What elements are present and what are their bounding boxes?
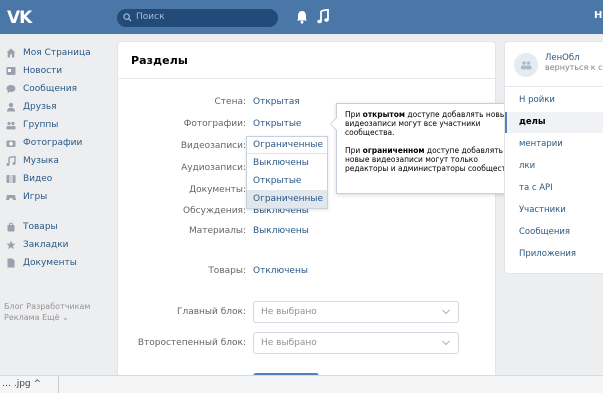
photos-label: Фотографии: [183,119,246,129]
news-icon [6,67,16,75]
community-name[interactable]: ЛенОбл [545,53,580,63]
menu-label: Фотографии [23,138,83,148]
wall-label: Стена: [214,97,247,107]
nav-item-links[interactable]: лки [505,156,603,177]
menu-item-photos[interactable]: Фотографии [4,134,114,152]
menu-label: Моя Страница [23,48,91,58]
tooltip-paragraph-limited: При ограниченном доступе добавлять новые… [345,146,518,173]
secondary-block-value: Не выбрано [261,338,317,348]
top-header: VK Поиск Н [0,0,603,34]
download-bar: … .jpg ^ [0,375,603,393]
music-icon [6,156,16,166]
audio-label: Аудиозаписи: [181,163,246,173]
materials-label: Материалы: [188,226,246,236]
photos-value[interactable]: Открытые [253,119,301,129]
community-avatar[interactable] [514,53,538,77]
secondary-block-label: Второстепенный блок: [137,338,246,348]
video-icon [6,175,16,183]
menu-label: Группы [23,120,59,130]
menu-item-goods[interactable]: Товары [4,218,114,236]
dropdown-option-disabled[interactable]: Выключены [247,154,327,172]
main-block-select[interactable]: Не выбрано [253,301,459,323]
search-input[interactable]: Поиск [117,9,278,27]
footer-links-1[interactable]: Блог Разработчикам [4,301,90,312]
chevron-down-icon [442,340,450,346]
menu-item-video[interactable]: Видео [4,170,114,188]
search-icon [123,13,132,22]
nav-item-messages[interactable]: Сообщения [505,222,603,243]
friends-icon [7,102,15,112]
menu-label: Музыка [23,156,59,166]
nav-item-sections[interactable]: делы [505,112,603,133]
camera-icon [6,140,16,147]
left-menu: Моя Страница Новости Сообщения Друзья Гр… [4,44,114,272]
back-link[interactable]: вернуться к ст [545,63,603,72]
chevron-down-icon [442,309,450,315]
tooltip-arrow-inner [331,118,337,130]
footer-links-2[interactable]: Реклама Ещё ⌄ [4,312,90,323]
videos-label: Видеозаписи: [180,141,246,151]
nav-item-api[interactable]: та с API [505,178,603,199]
main-block-value: Не выбрано [261,307,317,317]
menu-label: Новости [23,66,63,76]
menu-label: Игры [23,192,48,202]
menu-item-messages[interactable]: Сообщения [4,80,114,98]
group-icon [521,61,532,70]
menu-item-music[interactable]: Музыка [4,152,114,170]
secondary-block-select[interactable]: Не выбрано [253,332,459,354]
divider [118,78,495,79]
divider [505,86,603,87]
menu-item-games[interactable]: Игры [4,188,114,206]
menu-label: Сообщения [23,84,78,94]
dropdown-current-value[interactable]: Ограниченные [247,137,327,154]
page-title: Разделы [131,54,188,67]
user-name-initial[interactable]: Н [594,10,602,21]
menu-item-documents[interactable]: Документы [4,254,114,272]
access-tooltip: При открытом доступе добавлять новые вид… [336,103,528,194]
video-access-dropdown[interactable]: Ограниченные Выключены Открытые Ограниче… [246,136,328,209]
main-block-label: Главный блок: [176,307,246,317]
menu-label: Товары [23,222,58,232]
groups-icon [6,121,16,130]
menu-item-friends[interactable]: Друзья [4,98,114,116]
star-icon [6,240,16,250]
menu-label: Видео [23,174,53,184]
sections-panel: Разделы Стена: Открытая Фотографии: Откр… [118,42,495,393]
menu-label: Друзья [23,102,57,112]
nav-item-apps[interactable]: Приложения [505,244,603,265]
messages-icon [6,85,16,94]
tooltip-paragraph-open: При открытом доступе добавлять новые вид… [345,110,511,137]
goods-label: Товары: [208,266,246,276]
goods-value[interactable]: Отключены [253,266,308,276]
menu-label: Закладки [23,240,69,250]
vk-logo[interactable]: VK [7,8,32,28]
menu-label: Документы [23,258,77,268]
materials-value[interactable]: Выключены [253,226,309,236]
music-icon[interactable] [317,9,330,24]
dropdown-option-limited[interactable]: Ограниченные [247,190,327,208]
menu-item-news[interactable]: Новости [4,62,114,80]
home-icon [6,48,16,58]
games-icon [6,195,16,200]
document-icon [7,258,15,268]
wall-value[interactable]: Открытая [253,97,300,107]
search-placeholder: Поиск [136,12,165,22]
divider [58,376,59,393]
community-nav-panel: ЛенОбл вернуться к ст Н ройки делы мента… [505,42,603,273]
menu-item-bookmarks[interactable]: Закладки [4,236,114,254]
discussions-label: Обсуждения: [183,206,246,216]
bag-icon [7,222,15,232]
documents-label: Документы: [189,185,246,195]
left-footer: Блог Разработчикам Реклама Ещё ⌄ [4,301,90,323]
dropdown-option-open[interactable]: Открытые [247,172,327,190]
nav-item-settings[interactable]: Н ройки [505,90,603,111]
menu-item-groups[interactable]: Группы [4,116,114,134]
bell-icon[interactable] [296,10,308,24]
menu-item-my-page[interactable]: Моя Страница [4,44,114,62]
nav-item-members[interactable]: Участники [505,200,603,221]
nav-item-comments[interactable]: ментарии [505,134,603,155]
download-item[interactable]: … .jpg ^ [2,379,41,389]
